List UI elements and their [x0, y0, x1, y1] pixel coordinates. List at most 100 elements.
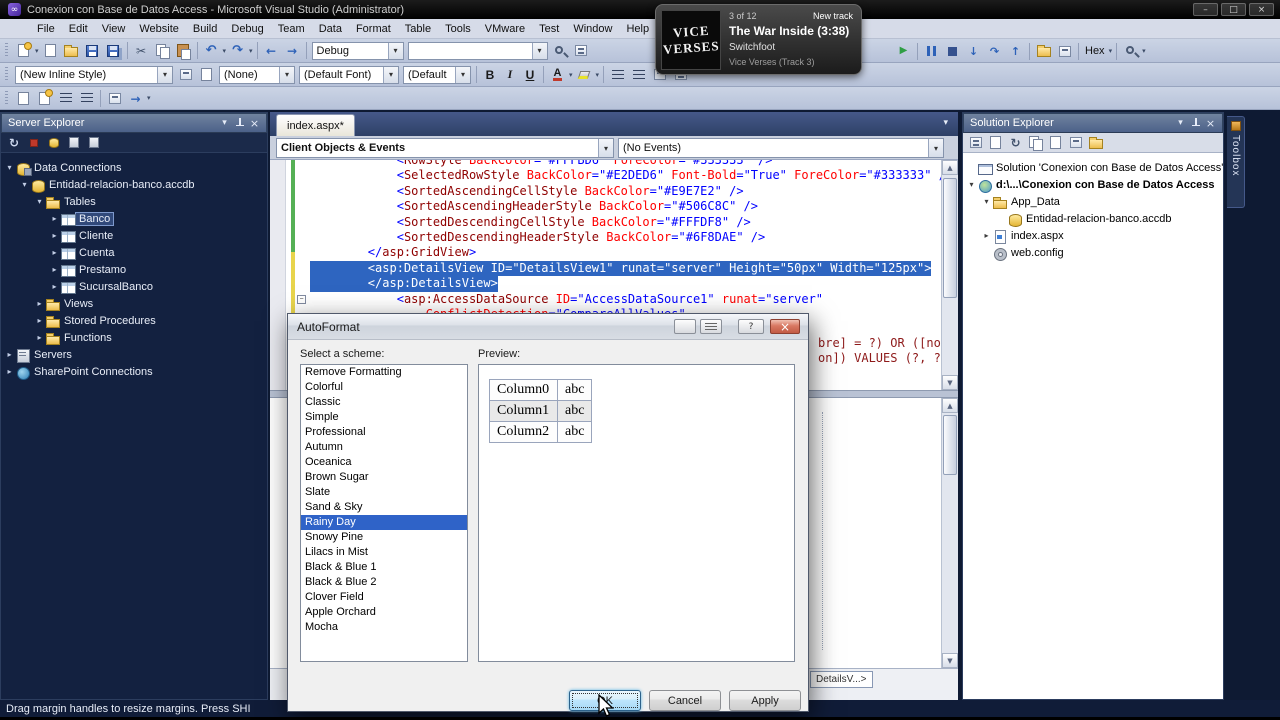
menu-website[interactable]: Website	[132, 21, 186, 37]
highlight-color-chevron-icon[interactable]	[596, 71, 600, 79]
tree-item-sharepoint-connections[interactable]: ▸ SharePoint Connections	[1, 363, 267, 380]
stop-debugging-button[interactable]	[942, 41, 963, 61]
add-sharepoint-connection-icon[interactable]	[85, 135, 103, 151]
target-rule-button[interactable]	[175, 65, 196, 85]
hex-chevron-icon[interactable]	[1109, 47, 1113, 55]
comment-button[interactable]	[55, 88, 76, 108]
font-family-combo[interactable]: (Default Font)	[299, 65, 399, 84]
editor-scrollbar[interactable]	[941, 160, 958, 390]
collapse-icon[interactable]: ▾	[3, 163, 16, 172]
find-combo[interactable]	[407, 41, 548, 60]
scheme-list[interactable]: Remove Formatting Colorful Classic Simple Pr…	[300, 364, 468, 662]
collapse-icon[interactable]: ▾	[965, 180, 978, 189]
expand-icon[interactable]: ▸	[33, 333, 46, 342]
tag-navigator[interactable]: DetailsV...>	[810, 671, 873, 688]
tree-item-views[interactable]: ▸ Views	[1, 295, 267, 312]
scroll-up-icon[interactable]	[942, 398, 958, 413]
start-debugging-button[interactable]	[893, 41, 914, 61]
server-explorer-tree[interactable]: ▾ Data Connections ▾ Entidad-relacion-banco…	[1, 153, 267, 380]
window-position-icon[interactable]	[217, 116, 232, 130]
toolbar-options-chevron-icon[interactable]	[1142, 47, 1146, 55]
tree-item-prestamo[interactable]: ▸ Prestamo	[1, 261, 267, 278]
menu-edit[interactable]: Edit	[62, 21, 95, 37]
menu-data[interactable]: Data	[312, 21, 349, 37]
scheme-option[interactable]: Professional	[301, 425, 467, 440]
expand-icon[interactable]: ▸	[33, 316, 46, 325]
stop-refresh-icon[interactable]	[25, 135, 43, 151]
open-file-button[interactable]	[61, 41, 82, 61]
expand-icon[interactable]: ▸	[33, 299, 46, 308]
tree-item-solution-conexion-con-base-de-datos-acce[interactable]: Solution 'Conexion con Base de Datos Acc…	[963, 159, 1223, 176]
auto-hide-pin-icon[interactable]	[232, 116, 247, 130]
step-over-button[interactable]	[984, 41, 1005, 61]
expand-icon[interactable]: ▸	[48, 282, 61, 291]
scheme-option[interactable]: Snowy Pine	[301, 530, 467, 545]
toolbar-grip[interactable]	[5, 90, 8, 106]
scheme-option[interactable]: Sand & Sky	[301, 500, 467, 515]
properties-icon[interactable]	[967, 135, 984, 151]
underline-button[interactable]: U	[520, 65, 540, 85]
format-document-button[interactable]	[13, 88, 34, 108]
tree-item-index-aspx[interactable]: ▸ index.aspx	[963, 227, 1223, 244]
scheme-option[interactable]: Apple Orchard	[301, 605, 467, 620]
event-dropdown[interactable]: (No Events)	[618, 138, 944, 158]
new-website-button[interactable]	[13, 41, 34, 61]
menu-view[interactable]: View	[95, 21, 133, 37]
scheme-option[interactable]: Black & Blue 2	[301, 575, 467, 590]
menu-tools[interactable]: Tools	[438, 21, 478, 37]
nest-related-files-icon[interactable]	[1027, 135, 1044, 151]
scrollbar-thumb[interactable]	[943, 178, 957, 298]
collapse-icon[interactable]: ▾	[33, 197, 46, 206]
toolbox-button[interactable]	[1054, 41, 1075, 61]
auto-hide-pin-icon[interactable]	[1188, 116, 1203, 130]
target-rule-combo[interactable]: (None)	[219, 65, 295, 84]
help-button[interactable]	[738, 319, 764, 334]
tree-item-app-data[interactable]: ▾ App_Data	[963, 193, 1223, 210]
step-out-button[interactable]	[1005, 41, 1026, 61]
connect-to-server-icon[interactable]	[65, 135, 83, 151]
menu-test[interactable]: Test	[532, 21, 566, 37]
object-dropdown[interactable]: Client Objects & Events	[276, 138, 614, 158]
toolbar-grip[interactable]	[5, 67, 8, 82]
expand-icon[interactable]: ▸	[3, 350, 16, 359]
undo-button[interactable]	[201, 41, 222, 61]
expand-icon[interactable]: ▸	[48, 214, 61, 223]
font-size-combo[interactable]: (Default	[403, 65, 471, 84]
solution-explorer-button[interactable]	[1033, 41, 1054, 61]
scheme-option[interactable]: Mocha	[301, 620, 467, 635]
refresh-icon[interactable]	[5, 135, 23, 151]
tree-item-entidad-relacion-banco-accdb[interactable]: Entidad-relacion-banco.accdb	[963, 210, 1223, 227]
solution-explorer-tree[interactable]: Solution 'Conexion con Base de Datos Acc…	[963, 153, 1223, 261]
scrollbar-thumb[interactable]	[943, 415, 957, 475]
uncomment-button[interactable]	[76, 88, 97, 108]
highlight-color-button[interactable]	[574, 65, 595, 85]
scheme-option[interactable]: Remove Formatting	[301, 365, 467, 380]
paste-button[interactable]	[173, 41, 194, 61]
navigate-backward-button[interactable]	[261, 41, 282, 61]
tree-item-data-connections[interactable]: ▾ Data Connections	[1, 159, 267, 176]
code-collapse-icon[interactable]	[297, 295, 306, 304]
tab-list-chevron-icon[interactable]	[943, 118, 948, 128]
scheme-option[interactable]: Oceanica	[301, 455, 467, 470]
close-panel-icon[interactable]	[247, 116, 262, 130]
scheme-option[interactable]: Lilacs in Mist	[301, 545, 467, 560]
menu-team[interactable]: Team	[271, 21, 312, 37]
hex-toggle[interactable]: Hex	[1082, 45, 1108, 57]
breakpoint-margin[interactable]	[270, 160, 286, 390]
menu-build[interactable]: Build	[186, 21, 224, 37]
tree-item-cuenta[interactable]: ▸ Cuenta	[1, 244, 267, 261]
code-lines[interactable]: <RowStyle BackColor="#FFFBD6" ForeColor=…	[310, 153, 953, 322]
add-new-item-button[interactable]	[40, 41, 61, 61]
scroll-down-icon[interactable]	[942, 375, 958, 390]
scheme-option[interactable]: Rainy Day	[301, 515, 467, 530]
find-in-files-button[interactable]	[550, 41, 571, 61]
scheme-option[interactable]: Autumn	[301, 440, 467, 455]
style-combo[interactable]: (New Inline Style)	[15, 65, 173, 84]
italic-button[interactable]: I	[500, 65, 520, 85]
tree-item-entidad-relacion-banco-accdb[interactable]: ▾ Entidad-relacion-banco.accdb	[1, 176, 267, 193]
cancel-button[interactable]: Cancel	[649, 690, 721, 711]
close-panel-icon[interactable]	[1203, 116, 1218, 130]
view-designer-icon[interactable]	[1067, 135, 1084, 151]
scheme-option[interactable]: Brown Sugar	[301, 470, 467, 485]
new-item-chevron-icon[interactable]	[35, 47, 39, 55]
